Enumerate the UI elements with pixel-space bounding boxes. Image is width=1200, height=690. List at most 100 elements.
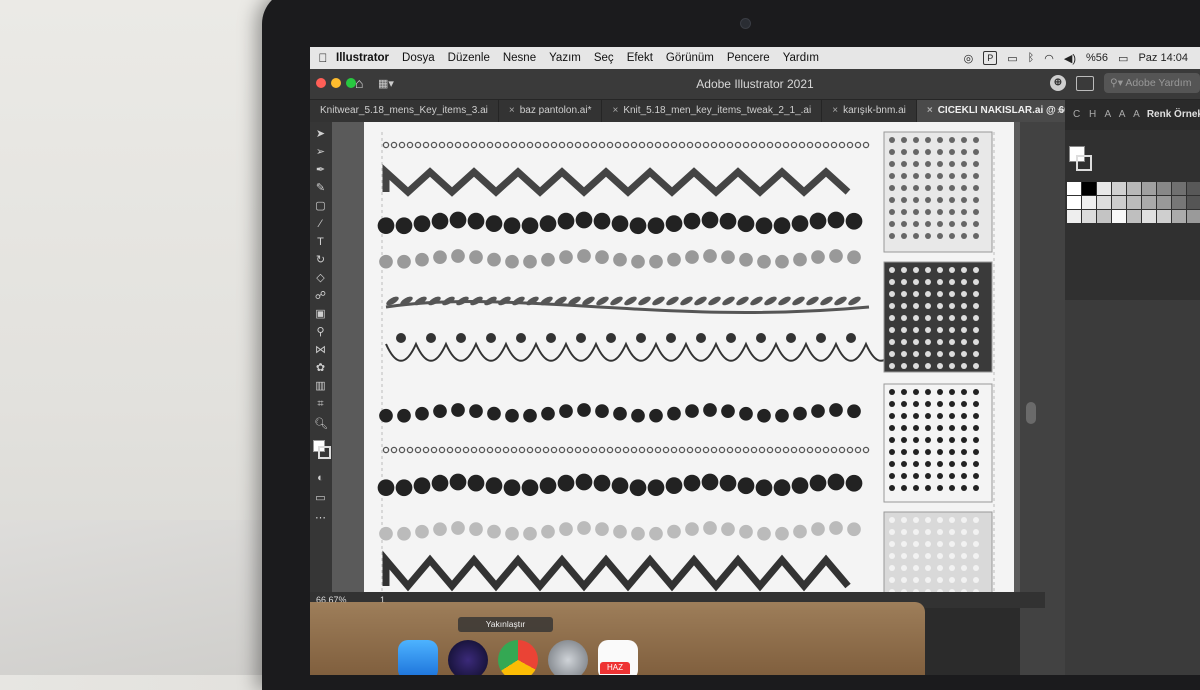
draw-mode-icon[interactable]: ◐ [314, 472, 327, 485]
panel-tabs[interactable]: C H A A A Renk Örnek [1065, 100, 1200, 130]
menu-duzenle[interactable]: Düzenle [448, 52, 490, 64]
pattern-motif [973, 461, 979, 467]
column-graph-tool-icon[interactable]: ▥ [314, 380, 327, 393]
color-swatch[interactable] [1127, 196, 1141, 209]
color-swatch[interactable] [1142, 182, 1156, 195]
stroke-swatch[interactable] [318, 446, 331, 459]
panel-stroke-swatch[interactable] [1076, 155, 1092, 171]
airplay-icon[interactable]: ▭ [1007, 52, 1017, 65]
tab-baz-pantolon[interactable]: × baz pantolon.ai* [499, 100, 603, 122]
zoom-tool-icon[interactable]: 🔍︎ [314, 418, 328, 431]
pattern-motif [937, 233, 943, 239]
paintbrush-tool-icon[interactable]: ⁄ [314, 218, 327, 231]
color-swatch[interactable] [1157, 182, 1171, 195]
color-swatch[interactable] [1082, 182, 1096, 195]
color-swatch[interactable] [1067, 196, 1081, 209]
color-swatch[interactable] [1172, 196, 1186, 209]
color-swatch[interactable] [1112, 210, 1126, 223]
launchpad-icon[interactable] [548, 640, 588, 675]
bluetooth-icon[interactable]: ᛒ [1028, 52, 1035, 64]
vertical-scrollbar[interactable] [1026, 402, 1036, 424]
color-swatch[interactable] [1142, 196, 1156, 209]
pattern-motif [889, 461, 895, 467]
p-icon[interactable]: P [983, 51, 998, 65]
siri-icon[interactable] [448, 640, 488, 675]
color-swatch[interactable] [1112, 182, 1126, 195]
user-avatar-icon[interactable]: ⊕ [1050, 75, 1066, 91]
chrome-icon[interactable] [498, 640, 538, 675]
flower-motif [701, 473, 719, 491]
volume-icon[interactable]: ◀) [1064, 52, 1076, 65]
pattern-motif [949, 137, 955, 143]
color-swatch[interactable] [1142, 210, 1156, 223]
panel-toggle-icon[interactable] [1076, 75, 1094, 91]
flower-motif [793, 406, 807, 421]
close-icon[interactable]: × [832, 105, 838, 116]
color-swatch[interactable] [1157, 210, 1171, 223]
color-swatch[interactable] [1097, 182, 1111, 195]
direct-selection-tool-icon[interactable]: ➢ [314, 146, 327, 159]
eyedropper-tool-icon[interactable]: ⚲ [314, 326, 327, 339]
color-swatch[interactable] [1082, 210, 1096, 223]
color-swatch[interactable] [1172, 182, 1186, 195]
color-swatch[interactable] [1187, 210, 1200, 223]
battery-percent[interactable]: %56 [1086, 52, 1108, 64]
color-swatch[interactable] [1127, 210, 1141, 223]
close-icon[interactable]: × [509, 105, 515, 116]
menu-yazim[interactable]: Yazım [549, 52, 581, 64]
curvature-tool-icon[interactable]: ✎ [314, 182, 327, 195]
pattern-motif [913, 291, 919, 297]
fill-stroke-swatch[interactable] [313, 440, 331, 460]
canvas-area[interactable] [332, 122, 1045, 592]
rectangle-tool-icon[interactable]: ▢ [314, 200, 327, 213]
color-swatch[interactable] [1082, 196, 1096, 209]
color-swatch[interactable] [1127, 182, 1141, 195]
menu-yardim[interactable]: Yardım [783, 52, 819, 64]
pen-tool-icon[interactable]: ✒ [314, 164, 327, 177]
type-tool-icon[interactable]: T [314, 236, 327, 249]
pattern-motif [961, 209, 967, 215]
color-swatch[interactable] [1187, 182, 1200, 195]
color-swatch[interactable] [1067, 182, 1081, 195]
more-tools-icon[interactable]: ⋯ [314, 512, 327, 525]
artboard[interactable] [364, 122, 1014, 592]
color-swatch[interactable] [1157, 196, 1171, 209]
eraser-tool-icon[interactable]: ◇ [314, 272, 327, 285]
free-transform-tool-icon[interactable]: ▣ [314, 308, 327, 321]
pattern-motif [937, 363, 943, 369]
selection-tool-icon[interactable]: ➤ [314, 128, 327, 141]
color-swatch[interactable] [1187, 196, 1200, 209]
color-swatch[interactable] [1097, 210, 1111, 223]
color-swatch[interactable] [1097, 196, 1111, 209]
rotate-tool-icon[interactable]: ↻ [314, 254, 327, 267]
screen-mode-icon[interactable]: ▭ [314, 492, 327, 505]
menu-dosya[interactable]: Dosya [402, 52, 435, 64]
panel-fill-stroke-swatch[interactable] [1069, 146, 1095, 174]
blend-tool-icon[interactable]: ⋈ [314, 344, 327, 357]
wifi-icon[interactable]: ◠ [1044, 52, 1054, 65]
symbol-sprayer-tool-icon[interactable]: ✿ [314, 362, 327, 375]
close-icon[interactable]: × [927, 105, 933, 116]
color-swatch[interactable] [1112, 196, 1126, 209]
tab-knitwear[interactable]: Knitwear_5.18_mens_Key_items_3.ai [310, 100, 499, 122]
menu-app[interactable]: Illustrator [336, 52, 389, 64]
menu-nesne[interactable]: Nesne [503, 52, 536, 64]
close-icon[interactable]: × [612, 105, 618, 116]
panel-tab-swatches[interactable]: Renk Örnek [1147, 109, 1200, 120]
apple-icon[interactable]:  [310, 51, 336, 65]
finder-icon[interactable] [398, 640, 438, 675]
menu-sec[interactable]: Seç [594, 52, 614, 64]
creative-cloud-icon[interactable]: ◎ [964, 52, 974, 65]
clock[interactable]: Paz 14:04 [1138, 52, 1188, 64]
tab-karisik[interactable]: × karışık-bnm.ai [822, 100, 917, 122]
warp-tool-icon[interactable]: ☍ [314, 290, 327, 303]
menu-pencere[interactable]: Pencere [727, 52, 770, 64]
tab-knit-tweak[interactable]: × Knit_5.18_men_key_items_tweak_2_1_.ai [602, 100, 823, 122]
menu-gorunum[interactable]: Görünüm [666, 52, 714, 64]
search-input[interactable]: ⚲▾ Adobe Yardım [1104, 73, 1200, 93]
pattern-motif [973, 517, 979, 523]
color-swatch[interactable] [1067, 210, 1081, 223]
color-swatch[interactable] [1172, 210, 1186, 223]
artboard-tool-icon[interactable]: ⌗ [314, 398, 327, 411]
menu-efekt[interactable]: Efekt [627, 52, 653, 64]
